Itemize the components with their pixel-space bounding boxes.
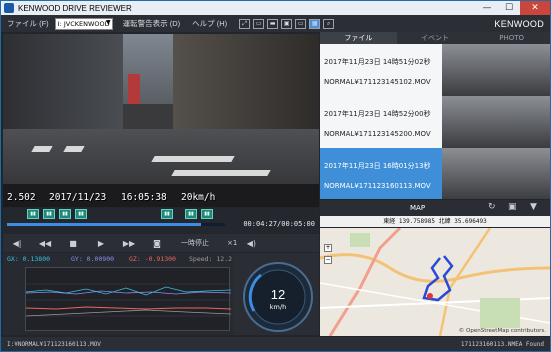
- zoom-icon[interactable]: ⌕: [323, 18, 335, 29]
- layout-wide-icon[interactable]: ▭: [295, 18, 307, 29]
- file-date: 2017年11月23日 14時52分00秒: [324, 110, 431, 118]
- tab-event[interactable]: イベント: [397, 32, 474, 44]
- pause-button[interactable]: 一時停止: [181, 238, 209, 248]
- layout-grid-icon[interactable]: ▦: [309, 18, 321, 29]
- video-building-left: [3, 34, 123, 144]
- file-tabs: ファイル イベント PHOTO: [320, 32, 550, 44]
- event-marker[interactable]: ▮▮: [161, 209, 173, 219]
- file-list: 2017年11月23日 14時51分02秒 NORMAL¥17112314510…: [320, 44, 550, 199]
- layout-split-icon[interactable]: ▬: [267, 18, 279, 29]
- event-marker[interactable]: ▮▮: [27, 209, 39, 219]
- map-header: MAP ↻ ▣ ▼: [320, 200, 550, 216]
- file-name: NORMAL¥171123145102.MOV: [324, 78, 431, 86]
- drive-select[interactable]: I: JVCKENWOOD ▼: [54, 17, 113, 30]
- map-coordinates: 東経 139.758985 北緯 35.696493: [320, 216, 550, 227]
- volume-icon[interactable]: ◀): [237, 239, 265, 248]
- event-marker[interactable]: ▮▮: [43, 209, 55, 219]
- video-sign: [128, 74, 140, 104]
- file-item[interactable]: 2017年11月23日 14時52分00秒 NORMAL¥17112314520…: [320, 96, 550, 148]
- rewind-icon[interactable]: ◀◀: [31, 239, 59, 248]
- speed-gauge-panel: 12 km/h: [233, 253, 319, 335]
- drive-select-value: I: JVCKENWOOD: [57, 19, 110, 28]
- menu-help[interactable]: ヘルプ (H): [186, 18, 233, 29]
- gz-readout: GZ: -0.91300: [129, 255, 176, 263]
- speed-readout: Speed: 12.2: [189, 255, 233, 263]
- chevron-down-icon: ▼: [106, 18, 111, 26]
- graph-plot-area: [25, 267, 232, 331]
- osd-speed: 20km/h: [181, 192, 216, 203]
- tab-file[interactable]: ファイル: [320, 32, 397, 44]
- layout-toolbar: ⤢ ▭ ▬ ▣ ▭ ▦ ⌕: [239, 18, 335, 29]
- event-marker[interactable]: ▮▮: [75, 209, 87, 219]
- file-thumbnail: [442, 96, 550, 148]
- fullscreen-icon[interactable]: ⤢: [239, 18, 251, 29]
- maximize-button[interactable]: ☐: [498, 1, 520, 15]
- file-item[interactable]: 2017年11月23日 14時51分02秒 NORMAL¥17112314510…: [320, 44, 550, 96]
- close-button[interactable]: ✕: [520, 1, 550, 15]
- file-date: 2017年11月23日 14時51分02秒: [324, 58, 431, 66]
- camera-icon[interactable]: ◙: [143, 239, 171, 248]
- layout-pip-icon[interactable]: ▣: [281, 18, 293, 29]
- file-thumbnail: [442, 44, 550, 96]
- crosswalk-stripe: [63, 146, 85, 152]
- window-icon[interactable]: ▣: [508, 202, 517, 212]
- g-sensor-graph: GX: 0.13800 GY: 0.00900 GZ: -0.91300 Spe…: [3, 253, 233, 335]
- menu-bar: ファイル (F) I: JVCKENWOOD ▼ 運転警告表示 (D) ヘルプ …: [1, 15, 550, 32]
- event-marker[interactable]: ▮▮: [59, 209, 71, 219]
- file-name: NORMAL¥171123160113.MOV: [324, 182, 431, 190]
- zoom-out-button[interactable]: −: [324, 256, 332, 264]
- status-file-path: I:¥NORMAL¥171123160113.MOV: [7, 341, 101, 348]
- video-viewer[interactable]: 2.502 2017/11/23 16:05:38 20km/h: [3, 34, 319, 207]
- file-item-selected[interactable]: 2017年11月23日 16時01分13秒 NORMAL¥17112316011…: [320, 148, 550, 199]
- osd-time: 16:05:38: [121, 192, 167, 203]
- map-view[interactable]: © OpenStreetMap contributors. + −: [320, 228, 550, 336]
- file-thumbnail: [442, 148, 550, 199]
- event-marker[interactable]: ▮▮: [201, 209, 213, 219]
- map-title: MAP: [410, 204, 426, 212]
- tab-photo[interactable]: PHOTO: [473, 32, 550, 44]
- frame-back-icon[interactable]: ◀|: [3, 239, 31, 248]
- event-marker[interactable]: ▮▮: [185, 209, 197, 219]
- playback-time: 00:04:27/00:05:00: [243, 220, 315, 228]
- timeline: ▮▮ ▮▮ ▮▮ ▮▮ ▮▮ ▮▮ ▮▮ 00:04:27/00:05:00: [3, 208, 319, 233]
- menu-warnings[interactable]: 運転警告表示 (D): [117, 18, 187, 29]
- gx-readout: GX: 0.13800: [7, 255, 51, 263]
- brand-logo: KENWOOD: [494, 18, 544, 29]
- seek-bar-progress: [7, 223, 202, 226]
- playback-rate[interactable]: ×1: [227, 239, 237, 247]
- zoom-in-button[interactable]: +: [324, 244, 332, 252]
- player-controls: ◀| ◀◀ ■ ▶ ▶▶ ◙ 一時停止 ×1 ◀): [3, 234, 319, 252]
- gauge-value: 12: [270, 287, 286, 302]
- file-date: 2017年11月23日 16時01分13秒: [324, 162, 431, 170]
- video-building-right: [173, 34, 319, 134]
- crosswalk-stripe: [171, 170, 271, 176]
- gy-readout: GY: 0.00900: [71, 255, 115, 263]
- crosswalk-stripe: [151, 156, 235, 162]
- graph-lines: [25, 283, 232, 317]
- app-window: KENWOOD DRIVE REVIEWER — ☐ ✕ ファイル (F) I:…: [0, 0, 551, 352]
- status-nmea: 171123160113.NMEA Found: [460, 341, 544, 348]
- minimize-button[interactable]: —: [476, 1, 498, 15]
- layout-single-icon[interactable]: ▭: [253, 18, 265, 29]
- app-icon: [4, 3, 14, 13]
- seek-bar[interactable]: [7, 223, 225, 226]
- play-icon[interactable]: ▶: [87, 239, 115, 248]
- status-bar: I:¥NORMAL¥171123160113.MOV 171123160113.…: [1, 337, 550, 351]
- osd-id: 2.502: [7, 192, 36, 203]
- map-position-marker: [427, 293, 433, 299]
- map-canvas: [320, 228, 550, 336]
- menu-file[interactable]: ファイル (F): [1, 18, 55, 29]
- collapse-icon[interactable]: ▼: [530, 202, 537, 212]
- osd-date: 2017/11/23: [49, 192, 107, 203]
- crosswalk-stripe: [31, 146, 53, 152]
- refresh-icon[interactable]: ↻: [488, 202, 496, 212]
- stop-icon[interactable]: ■: [59, 239, 87, 248]
- fast-forward-icon[interactable]: ▶▶: [115, 239, 143, 248]
- map-credit: © OpenStreetMap contributors.: [458, 328, 546, 334]
- title-bar: KENWOOD DRIVE REVIEWER — ☐ ✕: [1, 1, 550, 15]
- file-name: NORMAL¥171123145200.MOV: [324, 130, 431, 138]
- window-title: KENWOOD DRIVE REVIEWER: [18, 3, 132, 13]
- gauge-unit: km/h: [269, 303, 287, 311]
